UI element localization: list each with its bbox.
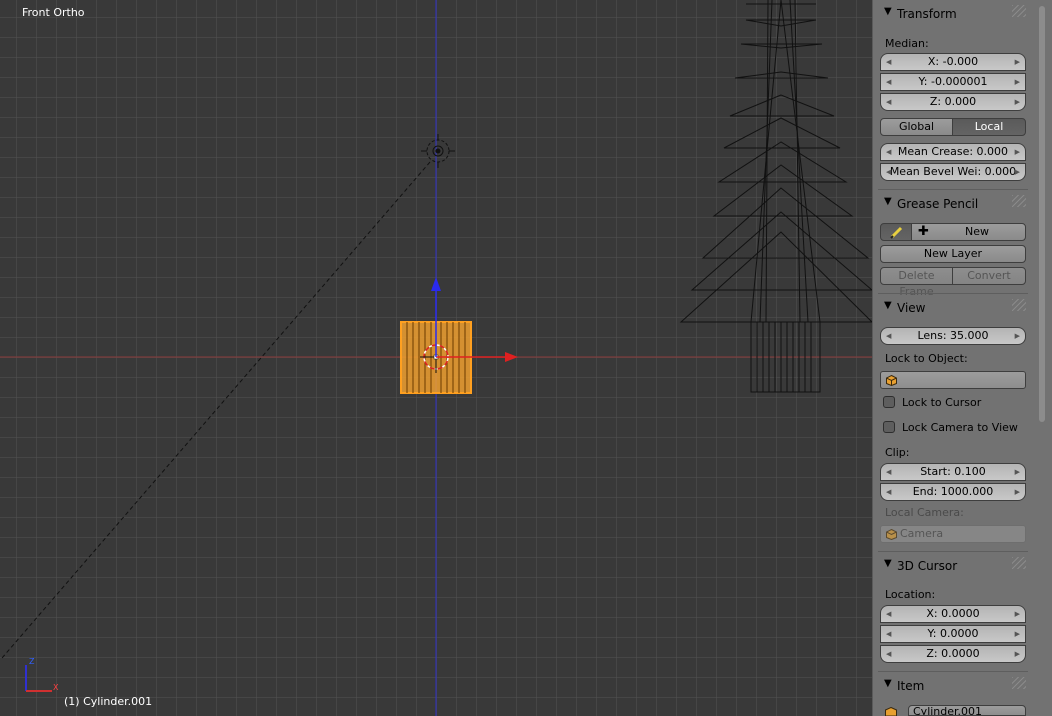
drag-grip-icon[interactable] <box>1012 5 1026 17</box>
cube-icon <box>885 707 897 716</box>
triangle-down-icon: ▼ <box>884 196 892 207</box>
drag-grip-icon[interactable] <box>1012 299 1026 311</box>
new-layer-button[interactable]: New Layer <box>880 245 1026 263</box>
arrow-right-icon: ▶ <box>1014 78 1020 86</box>
grease-pencil-title: Grease Pencil <box>897 197 979 211</box>
local-button[interactable]: Local <box>952 118 1026 136</box>
arrow-left-icon: ◀ <box>886 98 892 106</box>
plus-icon: ✚ <box>918 224 929 239</box>
lock-to-object-label: Lock to Object: <box>885 352 968 365</box>
triangle-down-icon: ▼ <box>884 6 892 17</box>
arrow-left-icon: ◀ <box>886 58 892 66</box>
axis-x-label: X <box>53 683 59 692</box>
cursor-z-field[interactable]: ◀ Z: 0.0000 ▶ <box>880 645 1026 663</box>
clip-end-field[interactable]: ◀ End: 1000.000 ▶ <box>880 483 1026 501</box>
lamp-parent-line <box>1 161 431 659</box>
global-button[interactable]: Global <box>880 118 953 136</box>
local-camera-value: Camera <box>900 527 944 540</box>
new-label: New <box>965 225 989 238</box>
median-y-field[interactable]: ◀ Y: -0.000001 ▶ <box>880 73 1026 91</box>
viewport-scene: Z X <box>0 0 872 716</box>
clip-label: Clip: <box>885 446 910 459</box>
section-divider <box>878 671 1028 672</box>
drag-grip-icon[interactable] <box>1012 677 1026 689</box>
draw-pencil-button[interactable] <box>880 223 912 241</box>
drag-grip-icon[interactable] <box>1012 557 1026 569</box>
lock-to-object-field[interactable] <box>880 371 1026 389</box>
transform-header[interactable]: ▼ Transform <box>878 3 1028 23</box>
lens-field[interactable]: ◀ Lens: 35.000 ▶ <box>880 327 1026 345</box>
lock-camera-to-view-label: Lock Camera to View <box>902 421 1018 434</box>
z-arrow-icon <box>431 277 441 291</box>
item-header[interactable]: ▼ Item <box>878 675 1028 695</box>
mean-crease-field[interactable]: ◀ Mean Crease: 0.000 ▶ <box>880 143 1026 161</box>
cursor-y-field[interactable]: ◀ Y: 0.0000 ▶ <box>880 625 1026 643</box>
triangle-down-icon: ▼ <box>884 558 892 569</box>
view-title: View <box>897 301 926 315</box>
location-label: Location: <box>885 588 936 601</box>
view-label: Front Ortho <box>22 6 85 19</box>
arrow-right-icon: ▶ <box>1014 58 1020 66</box>
3d-viewport[interactable]: Z X Front Ortho (1) Cylinder.001 <box>0 0 872 716</box>
median-label: Median: <box>885 37 929 50</box>
delete-frame-button[interactable]: Delete Frame <box>880 267 953 298</box>
axis-gizmo-icon <box>25 665 52 692</box>
triangle-down-icon: ▼ <box>884 678 892 689</box>
3d-cursor-header[interactable]: ▼ 3D Cursor <box>878 555 1028 575</box>
item-name-value: Cylinder.001 <box>913 705 983 716</box>
tree-branches <box>679 0 872 323</box>
lamp-icon[interactable] <box>421 134 455 168</box>
item-name-field[interactable]: Cylinder.001 <box>908 705 1026 716</box>
clip-start-field[interactable]: ◀ Start: 0.100 ▶ <box>880 463 1026 481</box>
3d-cursor-title: 3D Cursor <box>897 559 958 573</box>
x-arrow-icon <box>505 352 518 362</box>
item-title: Item <box>897 679 925 693</box>
view-header[interactable]: ▼ View <box>878 297 1028 317</box>
tree-object[interactable] <box>679 0 872 393</box>
lock-to-cursor-checkbox[interactable] <box>883 396 895 408</box>
cursor-x-field[interactable]: ◀ X: 0.0000 ▶ <box>880 605 1026 623</box>
grease-pencil-header[interactable]: ▼ Grease Pencil <box>878 193 1028 213</box>
axis-z-label: Z <box>29 657 35 666</box>
median-z-field[interactable]: ◀ Z: 0.000 ▶ <box>880 93 1026 111</box>
local-camera-field[interactable]: Camera <box>880 525 1026 543</box>
triangle-down-icon: ▼ <box>884 300 892 311</box>
section-divider <box>878 293 1028 294</box>
active-object-label: (1) Cylinder.001 <box>64 695 153 708</box>
section-divider <box>878 189 1028 190</box>
arrow-left-icon: ◀ <box>886 78 892 86</box>
drag-grip-icon[interactable] <box>1012 195 1026 207</box>
cube-icon <box>886 375 897 386</box>
section-divider <box>878 551 1028 552</box>
cube-icon <box>886 529 897 540</box>
transform-title: Transform <box>897 7 957 21</box>
panel-scrollbar-thumb[interactable] <box>1039 6 1045 422</box>
local-camera-label: Local Camera: <box>885 506 964 519</box>
mean-bevel-field[interactable]: ◀ Mean Bevel Wei: 0.000 ▶ <box>880 163 1026 181</box>
new-grease-pencil-button[interactable]: ✚ New <box>911 223 1026 241</box>
lock-to-cursor-label: Lock to Cursor <box>902 396 982 409</box>
lock-camera-to-view-checkbox[interactable] <box>883 421 895 433</box>
arrow-right-icon: ▶ <box>1014 98 1020 106</box>
pencil-icon <box>890 226 903 239</box>
convert-button[interactable]: Convert <box>952 267 1026 285</box>
median-x-field[interactable]: ◀ X: -0.000 ▶ <box>880 53 1026 71</box>
